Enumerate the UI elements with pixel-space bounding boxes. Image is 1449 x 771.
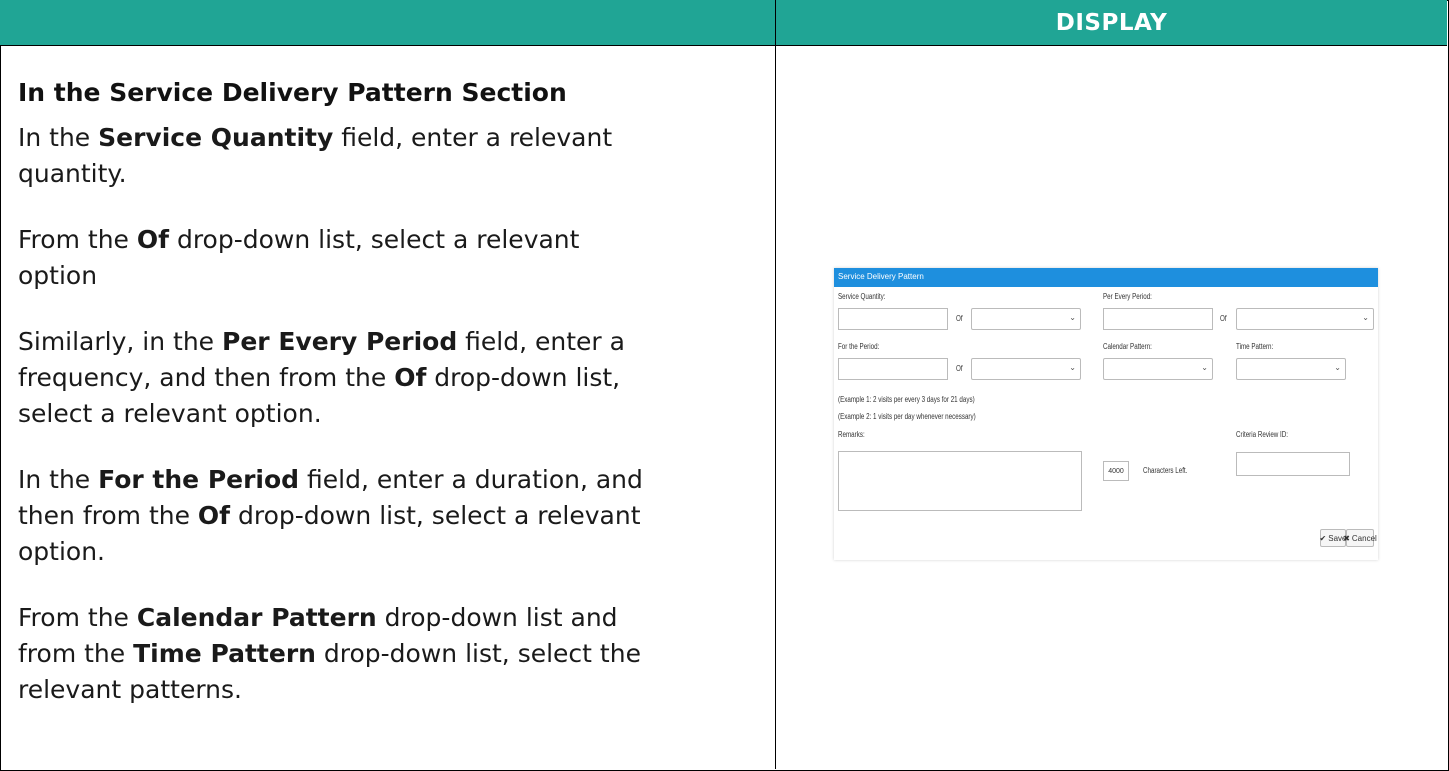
- criteria-review-id-input[interactable]: [1236, 452, 1350, 476]
- example-2-text: (Example 2: 1 visits per day whenever ne…: [838, 412, 976, 421]
- save-button[interactable]: ✔ Save: [1320, 529, 1346, 547]
- chevron-down-icon: ⌄: [1069, 313, 1076, 322]
- instruction-calendar-time-pattern: From the Calendar Pattern drop-down list…: [18, 603, 641, 704]
- characters-left-label: Characters Left.: [1143, 466, 1188, 475]
- table-header-row: DISPLAY: [0, 0, 1447, 46]
- section-heading: In the Service Delivery Pattern Section: [18, 78, 567, 107]
- chevron-down-icon: ⌄: [1201, 363, 1208, 372]
- instruction-service-quantity: In the Service Quantity field, enter a r…: [18, 123, 613, 188]
- for-the-period-label: For the Period:: [838, 342, 880, 351]
- example-1-text: (Example 1: 2 visits per every 3 days fo…: [838, 395, 975, 404]
- of-label-2: Of: [1220, 314, 1227, 323]
- header-display-title: DISPLAY: [1055, 9, 1168, 36]
- calendar-pattern-label: Calendar Pattern:: [1103, 342, 1152, 351]
- service-quantity-input[interactable]: [838, 308, 948, 330]
- remarks-textarea[interactable]: [838, 451, 1082, 511]
- per-every-period-input[interactable]: [1103, 308, 1213, 330]
- of-select-2[interactable]: ⌄: [1236, 308, 1374, 330]
- chevron-down-icon: ⌄: [1334, 363, 1341, 372]
- time-pattern-label: Time Pattern:: [1236, 342, 1274, 351]
- chevron-down-icon: ⌄: [1069, 363, 1076, 372]
- header-cell-left: [0, 0, 776, 45]
- remarks-label: Remarks:: [838, 430, 865, 439]
- cancel-button[interactable]: ✖ Cancel: [1343, 529, 1377, 547]
- of-label-3: Of: [956, 364, 963, 373]
- check-icon: ✔: [1319, 533, 1327, 543]
- instruction-per-every-period: Similarly, in the Per Every Period field…: [18, 327, 625, 428]
- section-title-bar: Service Delivery Pattern: [834, 268, 1378, 287]
- characters-left-counter: 4000: [1103, 461, 1129, 481]
- of-select-1[interactable]: ⌄: [971, 308, 1081, 330]
- instruction-for-the-period: In the For the Period field, enter a dur…: [18, 465, 643, 566]
- per-every-period-label: Per Every Period:: [1103, 292, 1152, 301]
- of-label-1: Of: [956, 314, 963, 323]
- section-title: Service Delivery Pattern: [838, 272, 924, 281]
- time-pattern-select[interactable]: ⌄: [1236, 358, 1346, 380]
- of-select-3[interactable]: ⌄: [971, 358, 1081, 380]
- for-the-period-input[interactable]: [838, 358, 948, 380]
- calendar-pattern-select[interactable]: ⌄: [1103, 358, 1213, 380]
- chevron-down-icon: ⌄: [1362, 313, 1369, 322]
- criteria-review-id-label: Criteria Review ID:: [1236, 430, 1289, 439]
- service-delivery-pattern-screenshot: Service Delivery Pattern Service Quantit…: [834, 268, 1378, 560]
- service-quantity-label: Service Quantity:: [838, 292, 886, 301]
- instruction-of-dropdown: From the Of drop-down list, select a rel…: [18, 225, 580, 290]
- close-icon: ✖: [1343, 533, 1350, 543]
